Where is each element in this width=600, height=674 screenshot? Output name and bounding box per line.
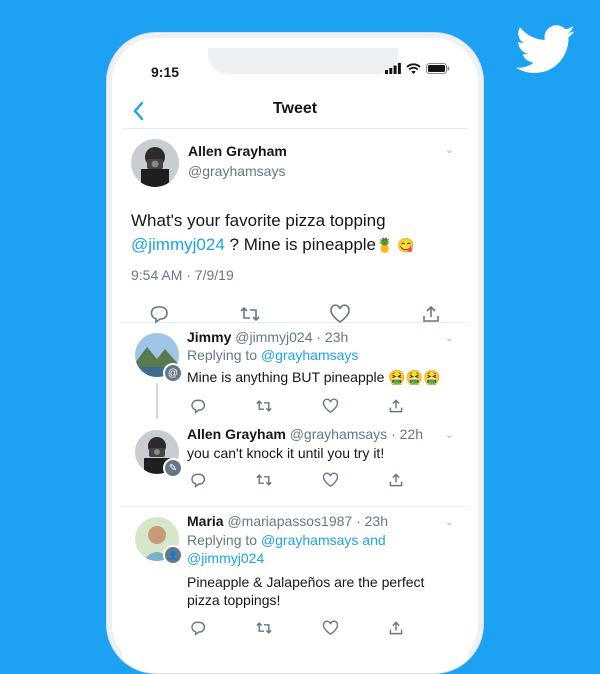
mention-link[interactable]: @grayhamsays and [261, 532, 386, 548]
tweet-actions [148, 303, 442, 325]
like-icon[interactable] [329, 303, 351, 325]
avatar[interactable] [131, 139, 179, 187]
battery-icon [426, 63, 450, 74]
reply-icon[interactable] [148, 303, 170, 325]
reply-text-line-1: Pineapple & Jalapeños are the perfect [187, 574, 425, 590]
share-icon[interactable] [385, 617, 407, 639]
author-name[interactable]: Allen Grayham [188, 143, 287, 159]
status-bar: 9:15 [122, 48, 468, 92]
reply-header: Jimmy @jimmyj024 · 23h [187, 329, 348, 345]
retweet-icon[interactable] [253, 617, 275, 639]
reply-text-line-2: pizza toppings! [187, 592, 281, 608]
like-icon[interactable] [319, 617, 341, 639]
reply-text: Mine is anything BUT pineapple 🤮🤮🤮 [187, 369, 441, 385]
author-handle[interactable]: @mariapassos1987 [227, 513, 352, 529]
signal-icon [385, 63, 401, 74]
reply-actions [187, 469, 407, 491]
reply-icon[interactable] [187, 395, 209, 417]
chevron-down-icon[interactable]: ⌄ [445, 428, 454, 441]
tweet-text-end: ? Mine is pineapple [229, 235, 376, 254]
twitter-logo-icon [516, 25, 575, 73]
retweet-icon[interactable] [253, 469, 275, 491]
reply-tweet[interactable]: 👤 Maria @mariapassos1987 · 23h ⌄ Replyin… [122, 507, 468, 637]
nav-bar: Tweet [122, 92, 468, 129]
retweet-icon[interactable] [239, 303, 261, 325]
reply-time: · 22h [391, 426, 423, 442]
chevron-down-icon[interactable]: ⌄ [445, 331, 454, 344]
mention-link[interactable]: @jimmyj024 [187, 550, 264, 566]
reply-icon[interactable] [187, 617, 209, 639]
reply-time: · 23h [316, 329, 349, 345]
reply-icon[interactable] [187, 469, 209, 491]
timestamp: 9:54 AM · 7/9/19 [131, 267, 234, 283]
replying-to: Replying to @grayhamsays [187, 347, 358, 363]
status-icons [385, 63, 450, 74]
share-icon[interactable] [385, 395, 407, 417]
replying-label: Replying to [187, 347, 258, 363]
author-handle[interactable]: @grayhamsays [188, 163, 287, 179]
replying-to: Replying to @grayhamsays and @jimmyj024 [187, 531, 386, 567]
reply-actions [187, 617, 407, 639]
emoji: 🍍 😋 [376, 237, 415, 253]
like-icon[interactable] [319, 395, 341, 417]
reply-text: you can't knock it until you try it! [187, 445, 385, 461]
chevron-down-icon[interactable]: ⌄ [445, 515, 454, 528]
mention-link[interactable]: @grayhamsays [261, 347, 358, 363]
retweet-icon[interactable] [253, 395, 275, 417]
author-name[interactable]: Allen Grayham [187, 426, 286, 442]
reply-time: · 23h [356, 513, 389, 529]
reply-tweet[interactable]: @ Jimmy @jimmyj024 · 23h ⌄ Replying to @… [122, 323, 468, 424]
edit-badge: ✎ [163, 458, 183, 478]
chevron-down-icon[interactable]: ⌄ [445, 143, 454, 156]
share-icon[interactable] [420, 303, 442, 325]
tweet-text: What's your favorite pizza topping @jimm… [131, 209, 461, 257]
mention-link[interactable]: @jimmyj024 [131, 235, 225, 254]
main-tweet: Allen Grayham @grayhamsays ⌄ What's your… [122, 129, 468, 325]
author-name[interactable]: Jimmy [187, 329, 231, 345]
share-icon[interactable] [385, 469, 407, 491]
reply-header: Maria @mariapassos1987 · 23h [187, 513, 388, 529]
status-time: 9:15 [151, 64, 180, 80]
mention-badge: @ [163, 363, 183, 383]
like-icon[interactable] [319, 469, 341, 491]
user-badge: 👤 [163, 545, 183, 565]
screen: 9:15 Tweet Allen Grayham @grayhamsays ⌄ … [122, 48, 468, 673]
page-title: Tweet [272, 100, 318, 117]
author-handle[interactable]: @grayhamsays [290, 426, 387, 442]
phone-frame: 9:15 Tweet Allen Grayham @grayhamsays ⌄ … [106, 32, 484, 674]
reply-text: Pineapple & Jalapeños are the perfect pi… [187, 573, 424, 609]
thread-line [156, 383, 158, 419]
tweet-text-start: What's your favorite pizza topping [131, 211, 386, 230]
author-handle[interactable]: @jimmyj024 [235, 329, 312, 345]
author-name[interactable]: Maria [187, 513, 224, 529]
reply-tweet[interactable]: ✎ Allen Grayham @grayhamsays · 22h ⌄ you… [122, 424, 468, 506]
reply-header: Allen Grayham @grayhamsays · 22h [187, 426, 423, 442]
wifi-icon [406, 63, 421, 74]
replying-label: Replying to [187, 532, 258, 548]
reply-actions [187, 395, 407, 417]
